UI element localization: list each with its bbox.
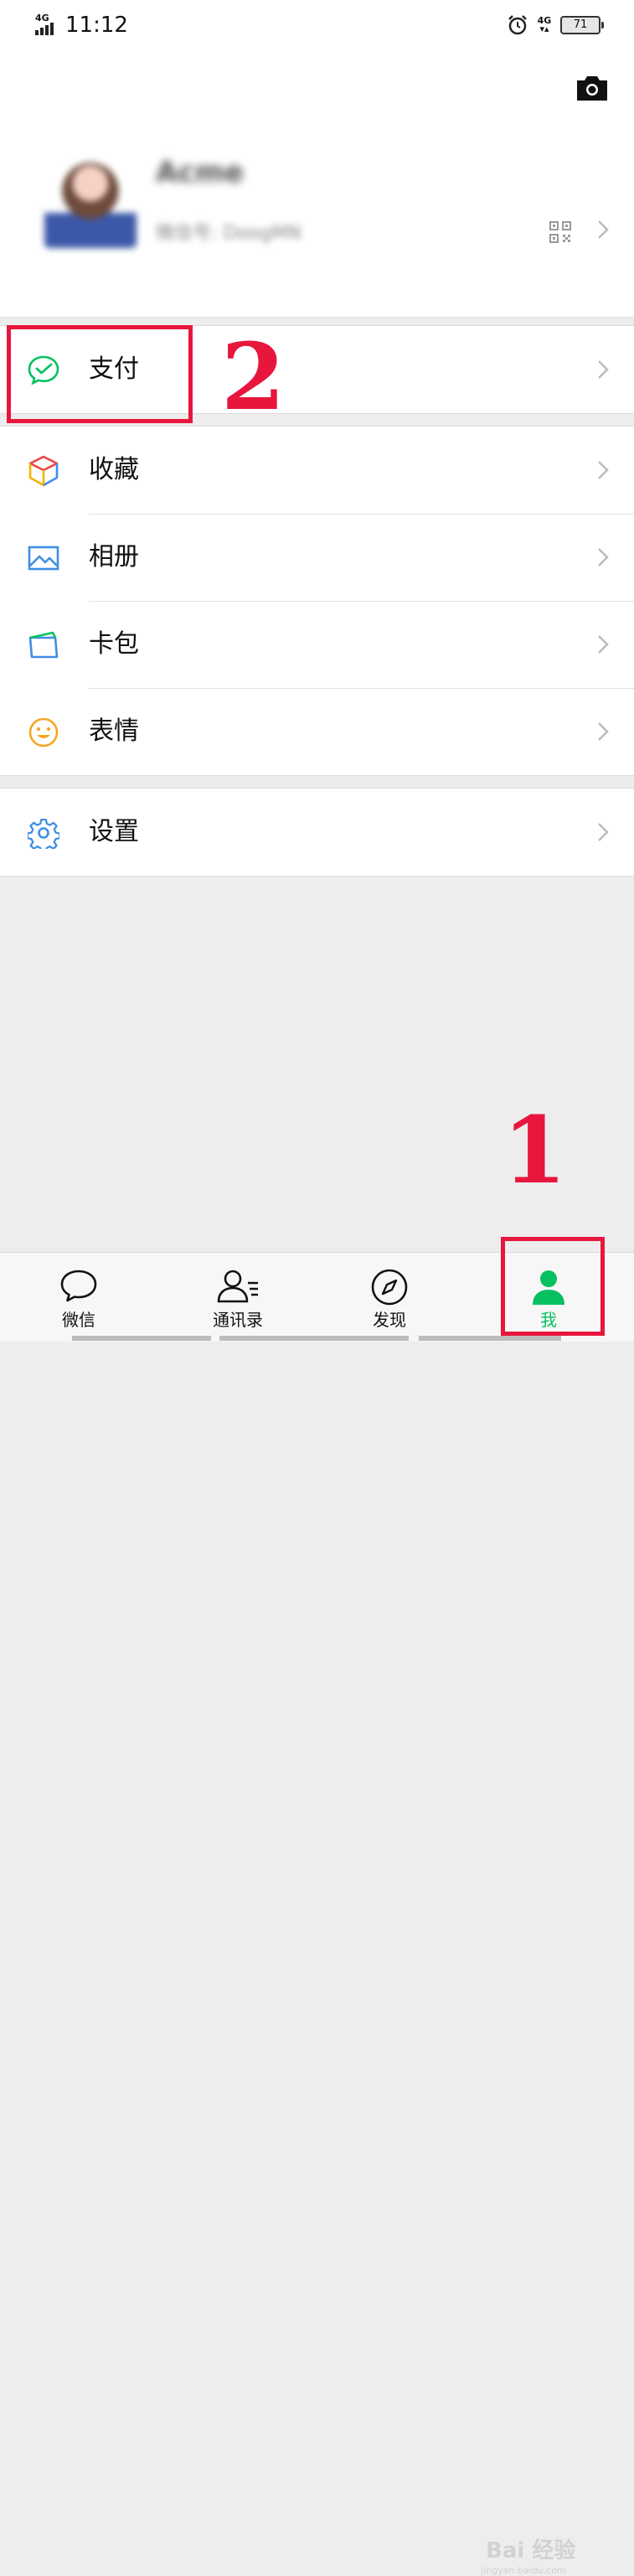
smiley-icon — [28, 717, 59, 747]
data-network-icon: 4G ▾▴ — [537, 15, 552, 34]
annotation-number-2: 2 — [221, 323, 286, 431]
network-type-label: 4G — [35, 13, 49, 23]
menu-item-settings-label: 设置 — [89, 817, 139, 846]
camera-icon[interactable] — [575, 70, 609, 104]
tab-discover[interactable]: 发现 — [339, 1253, 440, 1342]
chat-bubble-icon — [60, 1270, 97, 1302]
menu-item-stickers-label: 表情 — [89, 716, 139, 746]
gesture-bar-segment — [219, 1336, 409, 1341]
menu-item-favorites-label: 收藏 — [89, 455, 139, 484]
cellular-signal-icon: 4G — [34, 13, 60, 37]
gesture-bar-segment — [419, 1336, 561, 1341]
menu-item-cards[interactable]: 卡包 — [0, 601, 634, 688]
row-divider — [89, 601, 634, 602]
chevron-right-icon — [598, 220, 609, 239]
chevron-right-icon — [598, 548, 609, 566]
chevron-right-icon — [598, 722, 609, 741]
favorites-icon — [28, 455, 59, 487]
tab-contacts[interactable]: 通讯录 — [188, 1253, 288, 1342]
gesture-bar-segment — [72, 1336, 211, 1341]
menu-item-favorites[interactable]: 收藏 — [0, 427, 634, 514]
row-divider — [89, 514, 634, 515]
menu-item-cards-label: 卡包 — [89, 629, 139, 659]
menu-group-settings: 设置 — [0, 788, 634, 877]
profile-wechat-id: 微信号: DoogMN — [156, 223, 302, 244]
network-type-label-right: 4G — [537, 15, 552, 26]
tab-chats[interactable]: 微信 — [28, 1253, 129, 1342]
clock: 11:12 — [65, 13, 128, 38]
row-divider — [89, 688, 634, 689]
profile-header[interactable]: Acme 微信号: DoogMN — [0, 50, 634, 318]
chevron-right-icon — [598, 635, 609, 654]
watermark-text: Bai 经验 — [486, 2538, 576, 2563]
tab-contacts-label: 通讯录 — [213, 1310, 263, 1330]
avatar[interactable] — [44, 156, 137, 248]
tab-chats-label: 微信 — [62, 1310, 95, 1330]
status-bar: 4G 11:12 4G ▾▴ 71 — [0, 0, 634, 50]
status-right: 4G ▾▴ 71 — [507, 12, 604, 39]
chevron-right-icon — [598, 461, 609, 479]
watermark-url: jingyan.baidu.com — [481, 2565, 566, 2576]
battery-level: 71 — [573, 18, 588, 31]
contacts-icon — [217, 1270, 258, 1303]
menu-group-main: 收藏 相册 卡包 表情 — [0, 426, 634, 776]
battery-icon: 71 — [560, 16, 604, 34]
profile-nickname: Acme — [156, 156, 244, 189]
annotation-number-1: 1 — [503, 1096, 567, 1204]
tab-discover-label: 发现 — [373, 1310, 406, 1330]
chevron-right-icon — [598, 823, 609, 841]
alarm-icon — [508, 15, 527, 35]
menu-item-album[interactable]: 相册 — [0, 514, 634, 601]
gear-icon — [28, 818, 59, 849]
annotation-box-me — [501, 1237, 605, 1336]
annotation-box-pay — [7, 325, 193, 423]
qr-code-icon[interactable] — [549, 221, 571, 243]
menu-item-album-label: 相册 — [89, 542, 139, 572]
menu-item-settings[interactable]: 设置 — [0, 789, 634, 876]
card-wallet-icon — [28, 631, 59, 659]
compass-icon — [371, 1269, 408, 1306]
album-icon — [28, 546, 59, 571]
status-left: 4G 11:12 — [34, 10, 128, 40]
menu-item-stickers[interactable]: 表情 — [0, 688, 634, 775]
chevron-right-icon — [598, 360, 609, 379]
